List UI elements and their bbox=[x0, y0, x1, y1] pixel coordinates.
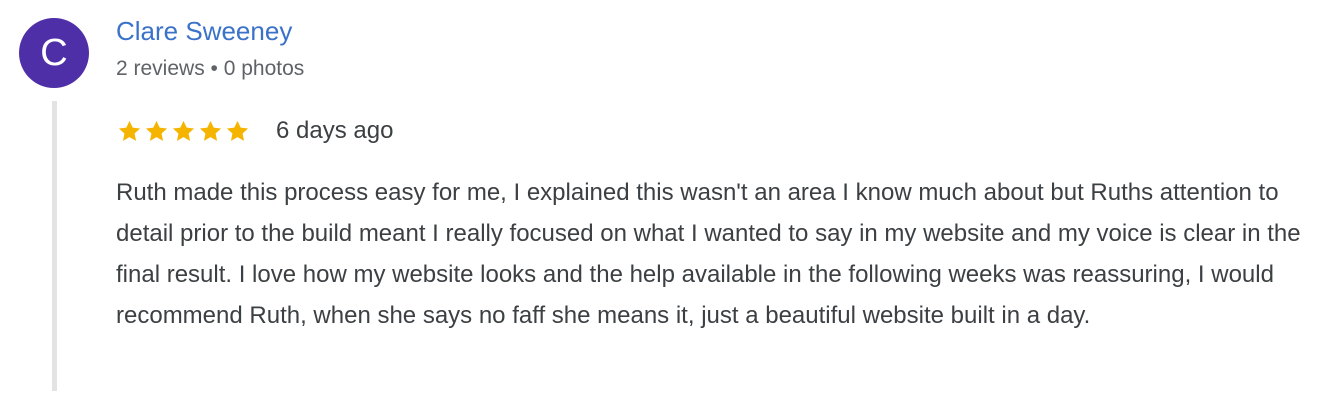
star-icon bbox=[145, 120, 168, 141]
star-icon bbox=[226, 120, 249, 141]
review-thread-line bbox=[52, 101, 57, 391]
review-age: 6 days ago bbox=[276, 117, 394, 144]
reviewer-stats[interactable]: 2 reviews • 0 photos bbox=[116, 57, 304, 81]
avatar[interactable]: C bbox=[19, 18, 89, 88]
star-rating bbox=[117, 119, 252, 144]
reviewer-name-link[interactable]: Clare Sweeney bbox=[116, 16, 292, 47]
star-icon bbox=[118, 120, 141, 141]
star-icon bbox=[199, 120, 222, 141]
avatar-initial: C bbox=[40, 32, 68, 74]
rating-row: 6 days ago bbox=[117, 113, 393, 149]
star-icon bbox=[172, 120, 195, 141]
review-text: Ruth made this process easy for me, I ex… bbox=[116, 179, 1301, 329]
